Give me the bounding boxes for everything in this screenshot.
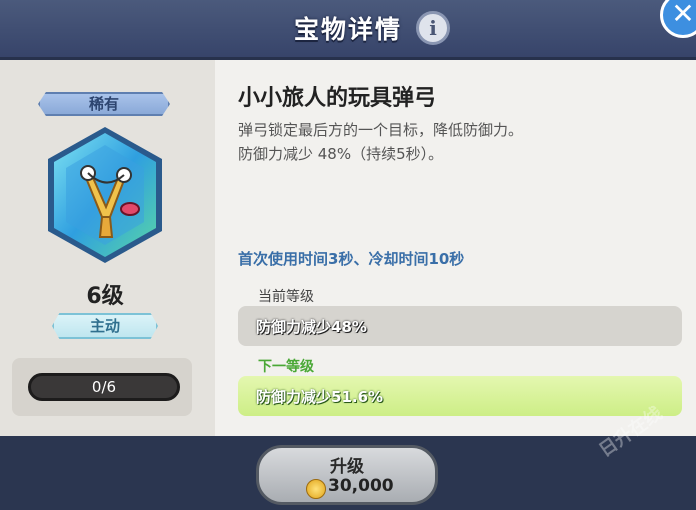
- next-level-label: 下一等级: [258, 359, 314, 375]
- current-level-effect: 防御力减少48%: [256, 318, 367, 336]
- item-description: 弹弓锁定最后方的一个目标，降低防御力。 防御力减少 48%（持续5秒）。: [238, 118, 523, 166]
- page-title: 宝物详情: [293, 15, 402, 44]
- cooldown-text: 首次使用时间3秒、冷却时间10秒: [238, 250, 465, 268]
- progress-bar: 0/6: [28, 373, 180, 401]
- next-level-effect: 防御力减少51.6%: [256, 388, 384, 406]
- type-tag: 主动: [52, 313, 158, 339]
- description-line: 防御力减少 48%（持续5秒）。: [238, 145, 444, 163]
- item-name: 小小旅人的玩具弹弓: [238, 86, 437, 111]
- rarity-tag: 稀有: [38, 92, 170, 116]
- item-level: 6级: [86, 284, 124, 309]
- upgrade-cost: 30,000: [328, 476, 394, 496]
- description-line: 弹弓锁定最后方的一个目标，降低防御力。: [238, 121, 524, 139]
- slingshot-icon: [48, 127, 162, 263]
- current-level-label: 当前等级: [258, 289, 314, 305]
- coin-icon: [306, 479, 326, 499]
- info-icon[interactable]: i: [416, 11, 450, 45]
- upgrade-label: 升级: [330, 457, 364, 477]
